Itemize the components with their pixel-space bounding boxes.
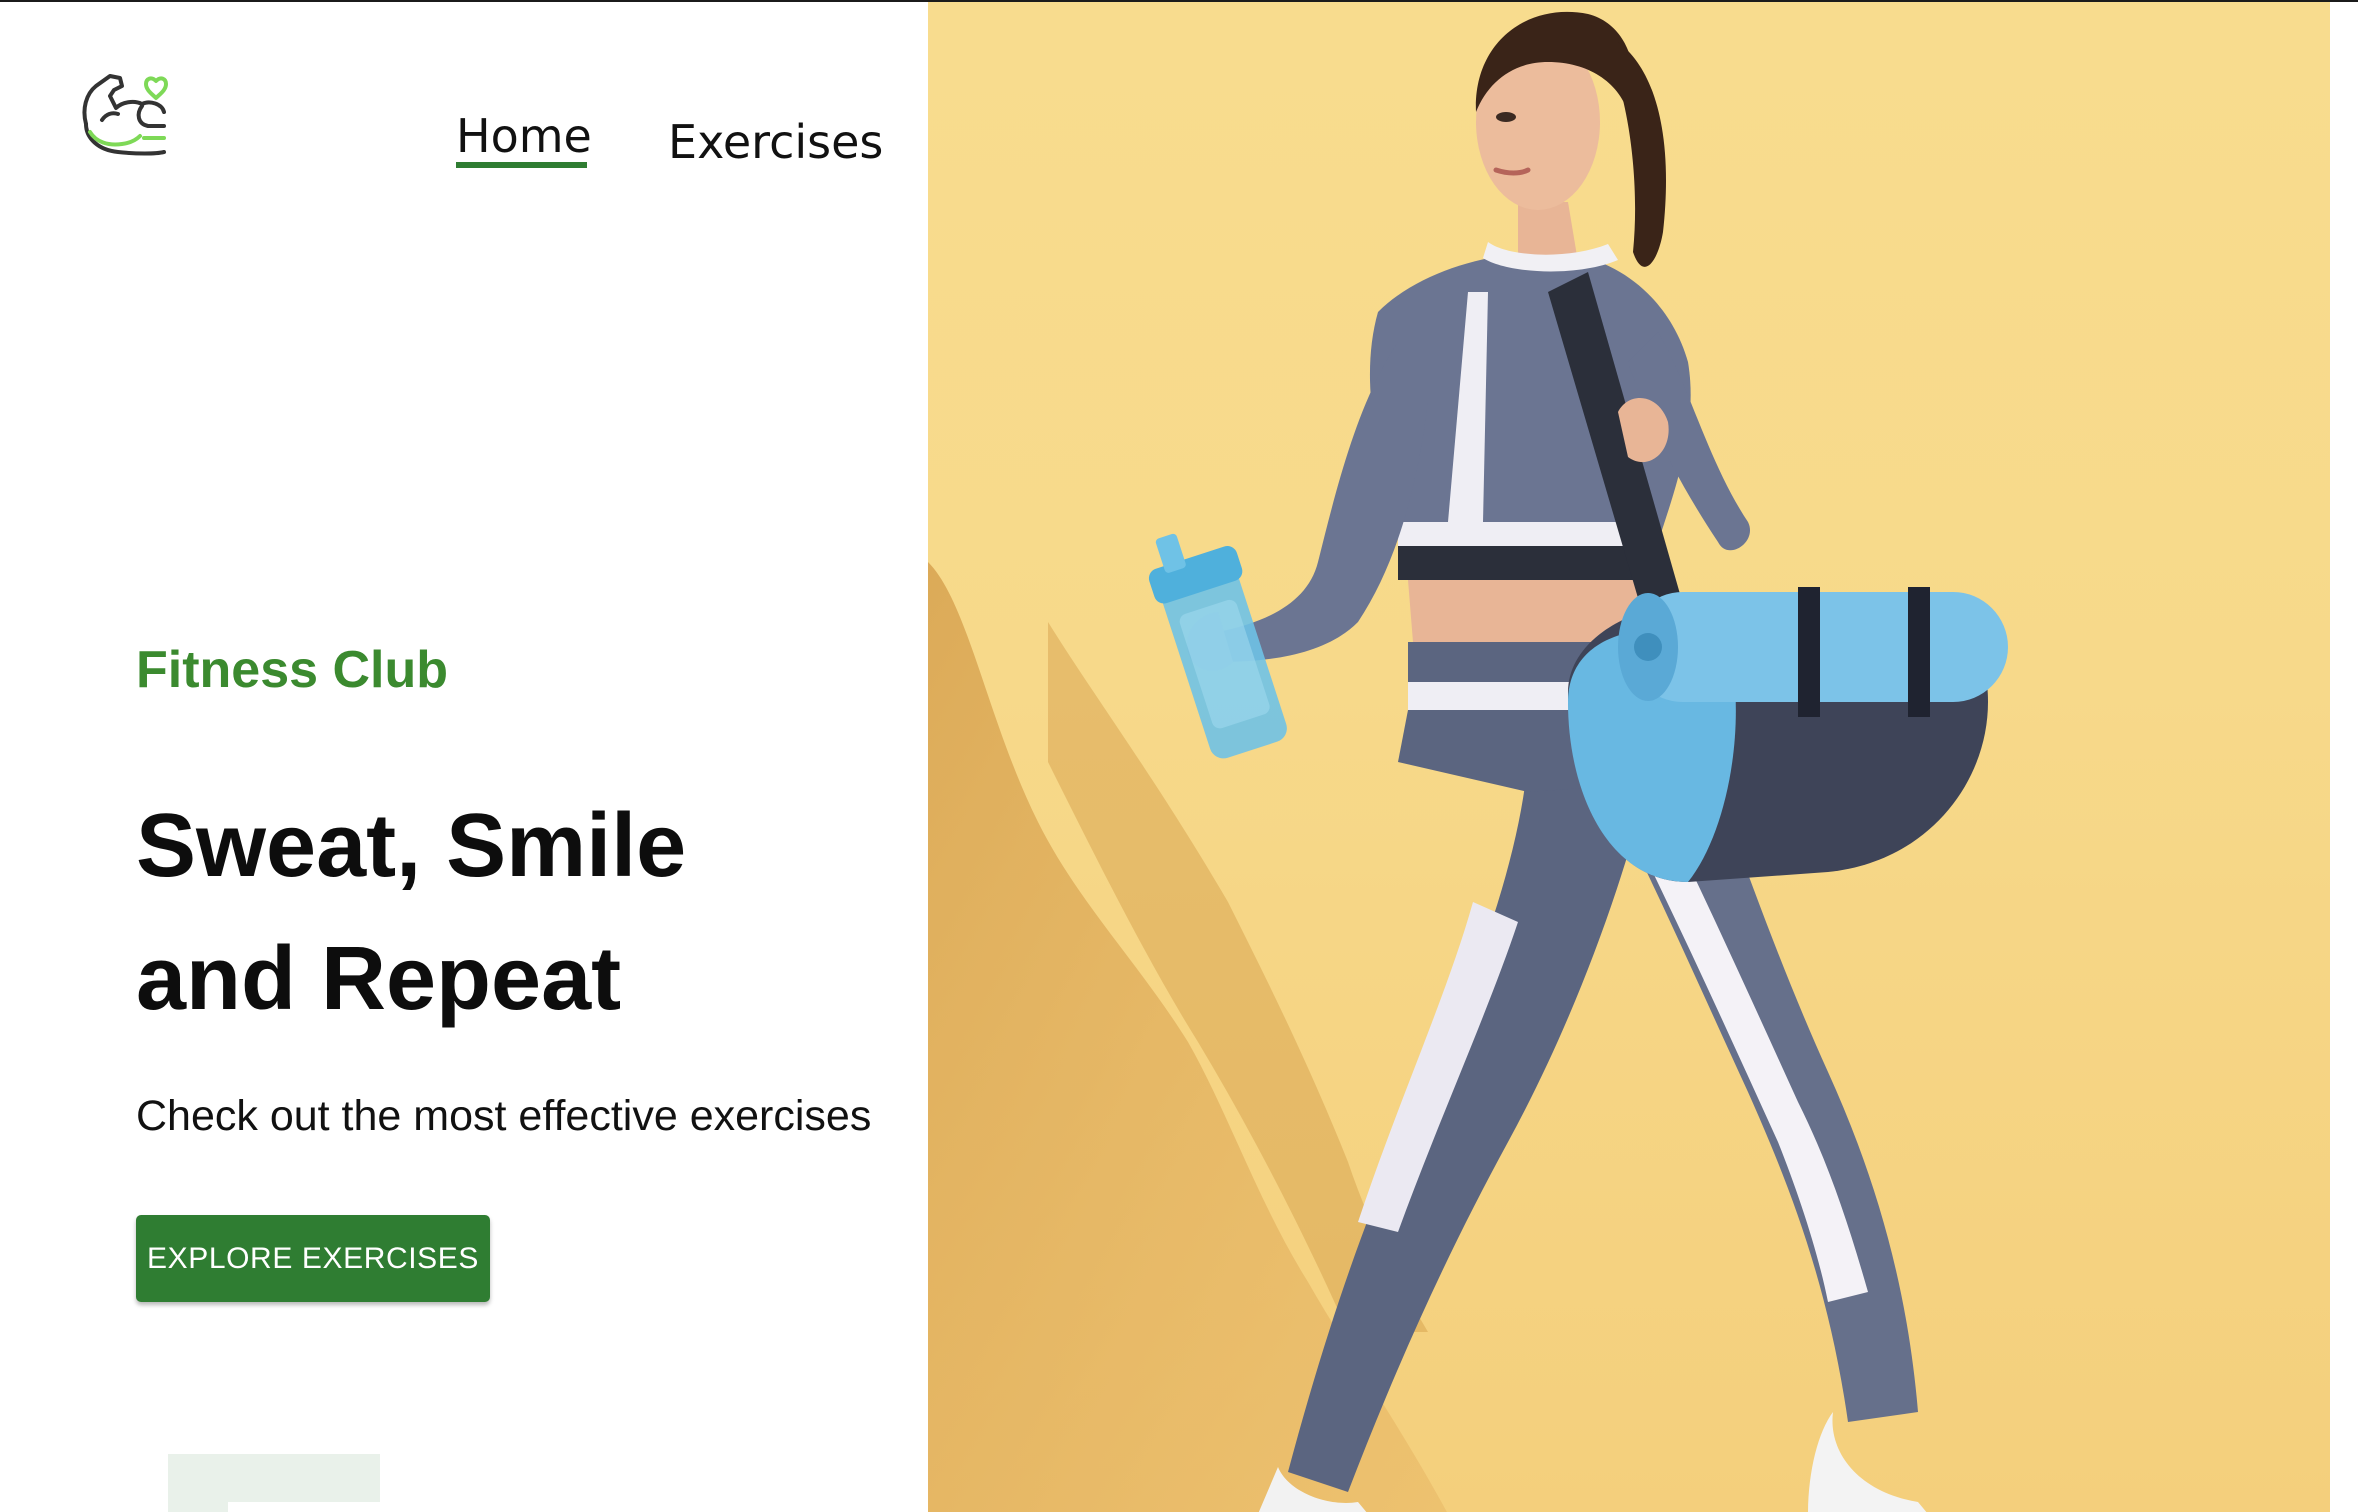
explore-exercises-button[interactable]: EXPLORE EXERCISES [136, 1215, 490, 1302]
page-right-margin [2330, 2, 2358, 1512]
hero-headline: Sweat, Smile and Repeat [136, 780, 686, 1046]
nav-link-exercises[interactable]: Exercises [668, 112, 883, 172]
logo-link[interactable] [72, 64, 176, 168]
hero-kicker: Fitness Club [136, 641, 449, 699]
flexed-biceps-heart-icon [82, 74, 168, 156]
hero-woman-illustration [928, 11, 2008, 1512]
nav-active-underline [456, 162, 587, 168]
hero-subtext: Check out the most effective exercises [136, 1092, 872, 1140]
hero-banner-image [928, 2, 2330, 1512]
decorative-divider [228, 1502, 380, 1512]
hero-headline-line-1: Sweat, Smile [136, 796, 687, 896]
nav-link-home[interactable]: Home [456, 106, 592, 166]
hero-headline-line-2: and Repeat [136, 929, 622, 1029]
page: Home Exercises Fitness Club Sweat, Smile… [0, 0, 2358, 1512]
